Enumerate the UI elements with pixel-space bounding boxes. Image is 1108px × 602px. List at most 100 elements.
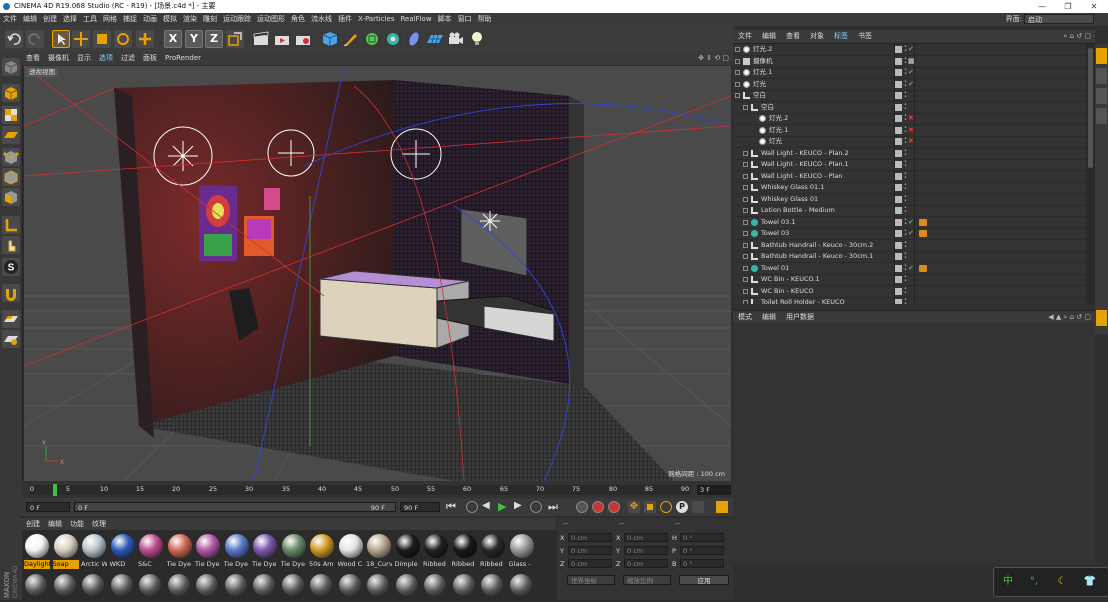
object-row[interactable]: Whiskey Glass 01 • •	[733, 194, 1086, 206]
material-preview-ball[interactable]	[395, 574, 418, 596]
object-row[interactable]: 灯光.1 • • ✖	[733, 125, 1086, 137]
size-y-field[interactable]: 0 cm	[624, 546, 668, 555]
om-menu-file[interactable]: 文件	[733, 30, 757, 43]
expand-toggle-icon[interactable]	[735, 47, 740, 52]
expand-toggle-icon[interactable]	[743, 208, 748, 213]
visibility-dots-icon[interactable]: • •	[904, 275, 908, 284]
object-row[interactable]: Lotion Bottle - Medium • •	[733, 205, 1086, 217]
layer-checkbox[interactable]	[895, 253, 902, 260]
material-preview-ball[interactable]	[281, 574, 304, 596]
edges-mode-button[interactable]	[2, 168, 20, 186]
menu-render[interactable]: 渲染	[180, 13, 200, 26]
material-swatch[interactable]: 18_Curv	[366, 532, 392, 570]
material-preview-ball[interactable]	[82, 574, 104, 596]
rotation-h-field[interactable]: 0 °	[680, 533, 724, 542]
expand-toggle-icon[interactable]	[743, 219, 748, 225]
object-row[interactable]: Wall Light - KEUCO - Plan.2 • •	[733, 148, 1086, 160]
object-name[interactable]: Wall Light - KEUCO - Plan.1	[761, 159, 849, 170]
viewport-menu-prorender[interactable]: ProRender	[161, 52, 205, 65]
object-name[interactable]: Toilet Roll Holder - KEUCO	[761, 297, 845, 304]
layer-checkbox[interactable]	[895, 126, 902, 134]
viewport-menu-options[interactable]: 选项	[95, 52, 117, 65]
layer-checkbox[interactable]	[895, 161, 902, 168]
object-list-scrollbar[interactable]	[1086, 44, 1095, 304]
material-preview-ball[interactable]	[338, 574, 361, 596]
object-row[interactable]: Towel 01 • • ✔	[733, 263, 1086, 275]
go-to-next-key-icon[interactable]	[530, 501, 542, 513]
object-name[interactable]: 空白	[761, 102, 774, 113]
material-preview-ball[interactable]	[310, 574, 332, 596]
material-tag-icon[interactable]	[919, 218, 927, 226]
object-row[interactable]: Bathtub Handrail - Keuco - 30cm.2 • •	[733, 240, 1086, 252]
side-tab-structure[interactable]	[1096, 88, 1107, 104]
layer-checkbox[interactable]	[895, 241, 902, 249]
enabled-check-icon[interactable]: ✔	[908, 217, 914, 228]
layer-checkbox[interactable]	[895, 276, 902, 283]
layer-checkbox[interactable]	[895, 172, 902, 180]
keyframe-selection-icon[interactable]	[608, 501, 620, 513]
live-selection-button[interactable]	[52, 30, 70, 48]
visibility-dots-icon[interactable]: • •	[904, 91, 908, 100]
camera-button[interactable]	[447, 30, 465, 48]
object-row[interactable]: 灯光 • • ✔	[733, 79, 1086, 91]
material-swatch[interactable]: Soap	[52, 532, 79, 570]
object-row[interactable]: Towel 03 • • ✔	[733, 228, 1086, 240]
menu-simulate[interactable]: 模拟	[160, 13, 180, 26]
object-row[interactable]: Toilet Roll Holder - KEUCO • •	[733, 297, 1086, 304]
make-editable-button[interactable]	[2, 58, 20, 76]
layer-checkbox[interactable]	[895, 299, 902, 304]
preview-range-slider[interactable]: 0 F 90 F	[74, 502, 396, 512]
expand-toggle-icon[interactable]	[743, 277, 748, 282]
object-name[interactable]: Towel 03	[761, 228, 789, 239]
points-mode-button[interactable]	[2, 148, 20, 166]
layer-checkbox[interactable]	[895, 207, 902, 214]
expand-toggle-icon[interactable]	[743, 254, 748, 259]
layer-checkbox[interactable]	[895, 69, 902, 76]
visibility-dots-icon[interactable]: • •	[904, 160, 908, 169]
menu-animate[interactable]: 动画	[140, 13, 160, 26]
cube-button[interactable]	[321, 30, 339, 48]
material-swatch[interactable]: Tie Dye	[281, 532, 307, 570]
expand-toggle-icon[interactable]	[743, 104, 748, 110]
visibility-dots-icon[interactable]: • •	[904, 298, 908, 305]
enabled-check-icon[interactable]: ✔	[908, 228, 914, 239]
menu-x-particles[interactable]: X-Particles	[355, 13, 397, 26]
snap-button[interactable]: S	[2, 258, 20, 276]
material-tag-icon[interactable]	[919, 230, 927, 237]
grid-toggle-icon[interactable]: ▦	[908, 56, 915, 67]
coordinate-system-button[interactable]	[226, 30, 244, 48]
expand-toggle-icon[interactable]	[743, 185, 748, 190]
material-swatch[interactable]: Tie Dye	[252, 532, 278, 570]
expand-toggle-icon[interactable]	[735, 93, 740, 98]
object-name[interactable]: Bathtub Handrail - Keuco - 30cm.2	[761, 240, 873, 251]
material-swatch[interactable]: WKD	[110, 532, 136, 570]
layout-dropdown[interactable]: 启动	[1024, 14, 1094, 24]
start-frame-field[interactable]: 0 F	[26, 502, 70, 512]
material-swatch[interactable]: Wood C	[338, 532, 364, 570]
step-back-icon[interactable]: ◀	[482, 500, 490, 511]
material-preview-ball[interactable]	[481, 574, 503, 596]
visibility-dots-icon[interactable]: • •	[904, 102, 908, 112]
material-swatch[interactable]: Arctic W	[81, 532, 107, 570]
coordinate-mode-dropdown[interactable]: 世界坐标	[567, 575, 615, 585]
visibility-dots-icon[interactable]: • •	[904, 194, 908, 204]
disabled-cross-icon[interactable]: ✖	[908, 125, 914, 136]
menu-plugins[interactable]: 插件	[335, 13, 355, 26]
visibility-dots-icon[interactable]: • •	[904, 240, 908, 250]
position-key-icon[interactable]: ✥	[628, 501, 640, 513]
object-row[interactable]: Bathtub Handrail - Keuco - 30cm.1 • •	[733, 251, 1086, 263]
scale-tool-button[interactable]	[93, 30, 111, 48]
material-tag-icon[interactable]	[919, 264, 927, 272]
material-preview-ball[interactable]	[196, 574, 218, 596]
menu-snap[interactable]: 捕捉	[120, 13, 140, 26]
object-name[interactable]: 灯光.1	[769, 125, 788, 136]
expand-toggle-icon[interactable]	[743, 288, 748, 294]
material-swatch[interactable]: Dimple	[395, 532, 421, 570]
material-preview-ball[interactable]	[253, 574, 275, 596]
timeline-ruler[interactable]: 0 5 10 15 20 25 30 35 40 45 50 55 60 65 …	[30, 484, 690, 496]
render-view-button[interactable]	[252, 30, 270, 48]
cloner-button[interactable]	[384, 30, 402, 48]
side-tab-content-browser[interactable]	[1096, 68, 1107, 84]
undo-button[interactable]	[5, 30, 23, 48]
material-preview-ball[interactable]	[509, 574, 532, 596]
